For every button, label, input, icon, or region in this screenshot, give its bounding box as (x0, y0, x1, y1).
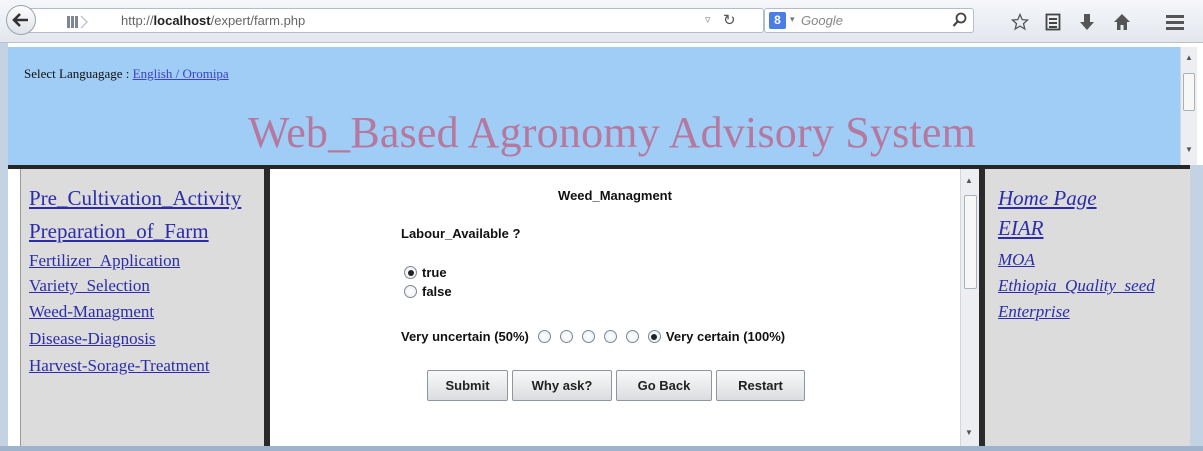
search-input[interactable]: Google (801, 13, 843, 28)
nav-link-weed[interactable]: Weed-Managment (29, 302, 154, 322)
option-true[interactable]: true (404, 265, 447, 280)
search-box[interactable]: 8 ▾ Google (764, 8, 974, 33)
certainty-radio-6[interactable] (647, 330, 661, 343)
scroll-down-icon[interactable]: ▼ (965, 428, 973, 437)
page-header: Select Languagage : English / Oromipa We… (8, 47, 1190, 165)
certainty-low-label: Very uncertain (50%) (401, 329, 529, 344)
language-link[interactable]: English / Oromipa (133, 66, 229, 81)
home-icon[interactable] (1111, 11, 1133, 33)
nav-link-disease[interactable]: Disease-Diagnosis (29, 329, 156, 349)
nav-link-home[interactable]: Home Page (998, 186, 1097, 211)
scrollbar-thumb[interactable] (964, 195, 977, 289)
main-content: Weed_Managment Labour_Available ? true f… (270, 169, 960, 446)
nav-link-enterprise[interactable]: Enterprise (998, 302, 1070, 322)
nav-link-harvest[interactable]: Harvest-Sorage-Treatment (29, 356, 210, 376)
nav-link-moa[interactable]: MOA (998, 250, 1035, 270)
language-selector: Select Languagage : English / Oromipa (24, 66, 229, 82)
search-icon[interactable] (952, 12, 968, 33)
menu-icon[interactable] (1164, 11, 1186, 33)
chevron-down-icon[interactable]: ▾ (790, 14, 795, 25)
nav-link-variety[interactable]: Variety_Selection (29, 276, 150, 296)
browser-toolbar: http://localhost/expert/farm.php ▿ ↻ 8 ▾… (0, 0, 1203, 43)
nav-link-eiar[interactable]: EIAR (998, 216, 1043, 241)
certainty-radio-5[interactable] (625, 330, 639, 343)
language-label: Select Languagage : (24, 66, 133, 81)
restart-button[interactable]: Restart (716, 370, 805, 401)
content-scrollbar[interactable]: ▲ ▼ (960, 169, 979, 446)
window-frame-right (1190, 165, 1203, 446)
window-frame-left (0, 43, 8, 446)
option-false-label: false (422, 284, 452, 299)
nav-link-fertilizer[interactable]: Fertilizer_Application (29, 251, 180, 271)
radio-true[interactable] (404, 266, 417, 279)
question-label: Labour_Available ? (401, 226, 521, 241)
nav-link-pre-cultivation[interactable]: Pre_Cultivation_Activity (29, 186, 241, 211)
certainty-scale: Very uncertain (50%) Very certain (100%) (401, 329, 785, 344)
page-grip-icon (67, 15, 89, 34)
certainty-high-label: Very certain (100%) (665, 329, 786, 344)
certainty-radio-3[interactable] (581, 330, 595, 343)
option-true-label: true (422, 265, 447, 280)
go-back-button[interactable]: Go Back (616, 370, 712, 401)
back-arrow-icon (12, 13, 28, 27)
back-button[interactable] (6, 5, 36, 35)
scrollbar-thumb[interactable] (1183, 73, 1195, 111)
nav-link-quality-seed[interactable]: Ethiopia_Quality_seed (998, 276, 1155, 296)
section-title: Weed_Managment (558, 188, 672, 203)
certainty-radio-4[interactable] (603, 330, 617, 343)
certainty-radio-2[interactable] (559, 330, 573, 343)
certainty-radio-1[interactable] (537, 330, 551, 343)
url-text[interactable]: http://localhost/expert/farm.php (121, 13, 305, 28)
left-navigation: Pre_Cultivation_Activity Preparation_of_… (20, 169, 266, 446)
scroll-up-icon[interactable]: ▲ (1185, 53, 1193, 62)
why-ask-button[interactable]: Why ask? (512, 370, 612, 401)
star-icon[interactable] (1009, 11, 1031, 33)
download-icon[interactable] (1076, 11, 1098, 33)
reload-icon[interactable]: ↻ (723, 11, 736, 29)
scroll-down-icon[interactable]: ▼ (1185, 145, 1193, 154)
right-navigation: Home Page EIAR MOA Ethiopia_Quality_seed… (985, 169, 1190, 446)
nav-link-preparation[interactable]: Preparation_of_Farm (29, 219, 209, 244)
submit-button[interactable]: Submit (427, 370, 508, 401)
bookmarks-list-icon[interactable] (1042, 11, 1064, 33)
dropdown-arrow-icon[interactable]: ▿ (705, 13, 711, 26)
scroll-up-icon[interactable]: ▲ (965, 176, 973, 185)
site-title: Web_Based Agronomy Advisory System (248, 108, 977, 157)
window-frame-bottom (0, 446, 1203, 451)
header-scrollbar[interactable]: ▲ ▼ (1180, 47, 1197, 165)
address-bar[interactable]: http://localhost/expert/farm.php ▿ ↻ (28, 8, 764, 33)
radio-false[interactable] (404, 285, 417, 298)
search-engine-icon[interactable]: 8 (769, 12, 786, 29)
option-false[interactable]: false (404, 284, 452, 299)
button-row: Submit Why ask? Go Back Restart (427, 370, 805, 401)
